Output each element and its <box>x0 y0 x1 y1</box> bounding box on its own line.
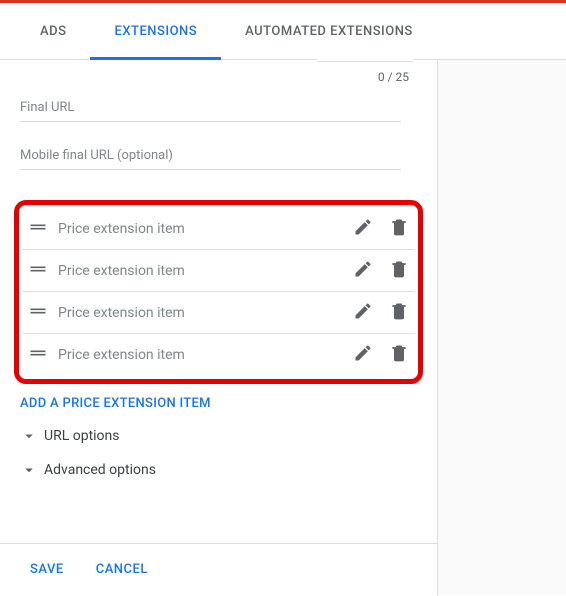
cancel-button[interactable]: CANCEL <box>96 562 148 577</box>
mobile-final-url-label: Mobile final URL (optional) <box>20 148 401 163</box>
drag-handle-icon[interactable] <box>28 343 48 367</box>
price-item-label: Price extension item <box>58 347 353 363</box>
price-item-row[interactable]: Price extension item <box>22 334 415 376</box>
add-price-item-link[interactable]: ADD A PRICE EXTENSION ITEM <box>20 384 417 419</box>
price-items-highlight: Price extension item Price extension ite… <box>14 200 423 384</box>
price-item-row[interactable]: Price extension item <box>22 250 415 292</box>
delete-icon[interactable] <box>389 259 409 283</box>
edit-icon[interactable] <box>353 343 373 367</box>
final-url-label: Final URL <box>20 100 401 115</box>
content-wrapper: 0 / 25 Final URL Mobile final URL (optio… <box>0 60 566 595</box>
drag-handle-icon[interactable] <box>28 259 48 283</box>
price-item-row[interactable]: Price extension item <box>22 208 415 250</box>
price-item-label: Price extension item <box>58 305 353 321</box>
advanced-options-expander[interactable]: Advanced options <box>20 453 417 487</box>
price-item-row[interactable]: Price extension item <box>22 292 415 334</box>
mobile-final-url-field[interactable]: Mobile final URL (optional) <box>20 134 401 170</box>
delete-icon[interactable] <box>389 217 409 241</box>
edit-icon[interactable] <box>353 259 373 283</box>
tab-extensions[interactable]: EXTENSIONS <box>90 3 221 59</box>
prev-field-bottom: 0 / 25 <box>317 56 413 84</box>
tab-bar: ADS EXTENSIONS AUTOMATED EXTENSIONS <box>0 3 566 60</box>
url-options-label: URL options <box>44 428 120 444</box>
edit-icon[interactable] <box>353 301 373 325</box>
tab-ads[interactable]: ADS <box>16 3 90 59</box>
main-column: 0 / 25 Final URL Mobile final URL (optio… <box>0 60 438 595</box>
save-button[interactable]: SAVE <box>30 562 64 577</box>
char-counter: 0 / 25 <box>317 62 413 84</box>
side-panel <box>438 60 566 595</box>
drag-handle-icon[interactable] <box>28 301 48 325</box>
chevron-down-icon <box>20 461 38 479</box>
chevron-down-icon <box>20 427 38 445</box>
url-options-expander[interactable]: URL options <box>20 419 417 453</box>
advanced-options-label: Advanced options <box>44 462 156 478</box>
final-url-field[interactable]: Final URL <box>20 86 401 122</box>
price-item-label: Price extension item <box>58 221 353 237</box>
tab-automated-extensions[interactable]: AUTOMATED EXTENSIONS <box>221 3 437 59</box>
drag-handle-icon[interactable] <box>28 217 48 241</box>
delete-icon[interactable] <box>389 343 409 367</box>
delete-icon[interactable] <box>389 301 409 325</box>
price-item-label: Price extension item <box>58 263 353 279</box>
edit-icon[interactable] <box>353 217 373 241</box>
button-bar: SAVE CANCEL <box>0 543 437 595</box>
